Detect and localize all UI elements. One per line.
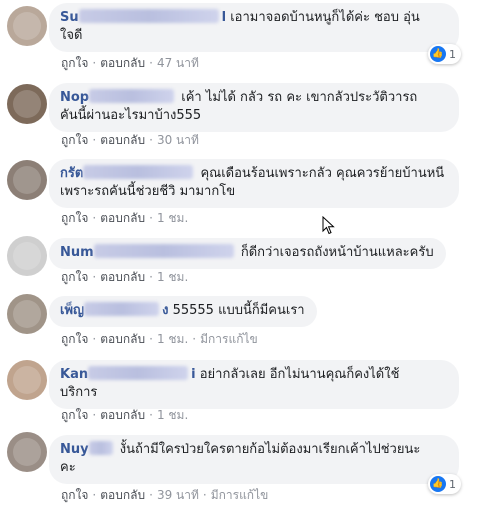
comment-time[interactable]: 1 ชม.	[157, 408, 188, 422]
comment-text-line2: บริการ	[60, 385, 98, 400]
avatar[interactable]	[7, 432, 47, 472]
avatar[interactable]	[7, 294, 47, 334]
comment-bubble: Nuy งั้นถ้ามีใครป่วยใครตายก้อไม่ต้องมาเร…	[49, 435, 459, 484]
comment-text: เอามาจอดบ้านหนูก็ได้ค่ะ ชอบ อุ่น	[230, 10, 420, 25]
comment-time[interactable]: 1 ชม.	[157, 270, 188, 284]
reaction-count[interactable]: 👍 1	[428, 474, 461, 494]
reply-link[interactable]: ตอบกลับ	[100, 133, 145, 147]
like-link[interactable]: ถูกใจ	[61, 211, 88, 225]
comment-text-line2: ใจดี	[60, 28, 83, 43]
comment-actions: ถูกใจ · ตอบกลับ · 1 ชม.	[61, 408, 189, 422]
comment-text: คุณเดือนร้อนเพราะกลัว คุณควรย้ายบ้านหนี	[200, 166, 445, 181]
comment-actions: ถูกใจ · ตอบกลับ · 1 ชม. · มีการแก้ไข	[61, 332, 258, 346]
comment-bubble: Nop เค้า ไม่ได้ กลัว รถ คะ เขากลัวประวัต…	[49, 83, 459, 132]
comment-bubble: เพ็ญง 55555 แบบนี้ก็มีคนเรา	[49, 296, 317, 327]
like-link[interactable]: ถูกใจ	[61, 332, 88, 346]
comment-author[interactable]: กรัต	[60, 165, 196, 181]
comment-text: เค้า ไม่ได้ กลัว รถ คะ เขากลัวประวัติวาร…	[181, 90, 418, 105]
comment-text: งั้นถ้ามีใครป่วยใครตายก้อไม่ต้องมาเรียกเ…	[119, 442, 421, 457]
comment-author[interactable]: Kan i	[60, 366, 196, 382]
like-link[interactable]: ถูกใจ	[61, 488, 88, 502]
comment-time[interactable]: 1 ชม.	[157, 332, 188, 346]
comment-text-line2: คันนี้ผ่านอะไรมาบ้าง555	[60, 108, 202, 123]
comment-actions: ถูกใจ · ตอบกลับ · 1 ชม.	[61, 211, 189, 225]
mouse-cursor-icon	[322, 216, 335, 235]
comment-actions: ถูกใจ · ตอบกลับ · 30 นาที	[61, 133, 199, 147]
comment-time[interactable]: 1 ชม.	[157, 211, 188, 225]
comment-author[interactable]: Nop	[60, 89, 177, 105]
comment-author[interactable]: Nuy	[60, 441, 116, 457]
comment-author[interactable]: Num	[60, 244, 237, 260]
comment-actions: ถูกใจ · ตอบกลับ · 1 ชม.	[61, 270, 189, 284]
like-link[interactable]: ถูกใจ	[61, 133, 88, 147]
comment-time[interactable]: 47 นาที	[157, 56, 199, 70]
edited-label[interactable]: มีการแก้ไข	[200, 332, 258, 346]
comment-actions: ถูกใจ · ตอบกลับ · 47 นาที	[61, 56, 199, 70]
avatar[interactable]	[7, 6, 47, 46]
thumbs-up-icon: 👍	[430, 46, 446, 62]
avatar[interactable]	[7, 360, 47, 400]
reply-link[interactable]: ตอบกลับ	[100, 270, 145, 284]
like-link[interactable]: ถูกใจ	[61, 56, 88, 70]
comment-text-line2: คะ	[60, 460, 76, 475]
comment-bubble: กรัต คุณเดือนร้อนเพราะกลัว คุณควรย้ายบ้า…	[49, 159, 459, 208]
avatar[interactable]	[7, 236, 47, 276]
reply-link[interactable]: ตอบกลับ	[100, 408, 145, 422]
reply-link[interactable]: ตอบกลับ	[100, 332, 145, 346]
comment-author[interactable]: เพ็ญง	[60, 302, 168, 318]
reaction-count[interactable]: 👍 1	[428, 44, 461, 64]
comment-text: 55555 แบบนี้ก็มีคนเรา	[172, 303, 305, 318]
comment-bubble: Kan i อย่ากลัวเลย อีกไม่นานคุณก็คงได้ใช้ …	[49, 360, 459, 409]
reply-link[interactable]: ตอบกลับ	[100, 488, 145, 502]
comment-text: อย่ากลัวเลย อีกไม่นานคุณก็คงได้ใช้	[199, 367, 400, 382]
avatar[interactable]	[7, 84, 47, 124]
comment-actions: ถูกใจ · ตอบกลับ · 39 นาที · มีการแก้ไข	[61, 488, 269, 502]
comment-bubble: Num ก็ดีกว่าเจอรถถังหน้าบ้านแหละครับ	[49, 238, 446, 269]
comment-text-line2: เพราะรถคันนี้ช่วยชีวิ มามากโข	[60, 184, 236, 199]
comment-bubble: Su l เอามาจอดบ้านหนูก็ได้ค่ะ ชอบ อุ่น ใจด…	[49, 3, 459, 52]
comment-time[interactable]: 30 นาที	[157, 133, 199, 147]
avatar[interactable]	[7, 160, 47, 200]
reply-link[interactable]: ตอบกลับ	[100, 211, 145, 225]
reply-link[interactable]: ตอบกลับ	[100, 56, 145, 70]
thumbs-up-icon: 👍	[430, 476, 446, 492]
like-link[interactable]: ถูกใจ	[61, 408, 88, 422]
comment-time[interactable]: 39 นาที	[157, 488, 199, 502]
comment-author[interactable]: Su l	[60, 9, 226, 25]
like-link[interactable]: ถูกใจ	[61, 270, 88, 284]
edited-label[interactable]: มีการแก้ไข	[211, 488, 269, 502]
comment-text: ก็ดีกว่าเจอรถถังหน้าบ้านแหละครับ	[240, 245, 434, 260]
